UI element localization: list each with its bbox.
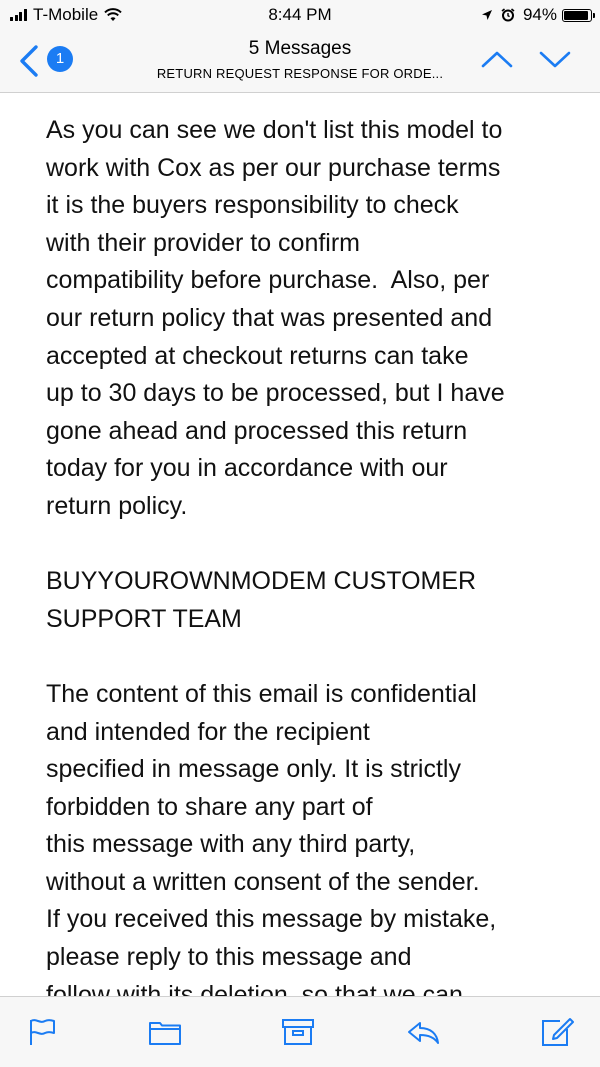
text-line: it is the buyers responsibility to check [46, 191, 459, 220]
bottom-toolbar [0, 996, 600, 1067]
battery-icon [562, 8, 595, 22]
signature: BUYYOUROWNMODEM CUSTOMER SUPPORT TEAM [46, 563, 576, 638]
text-line: forbidden to share any part of [46, 792, 373, 821]
text-line: and intended for the recipient [46, 717, 370, 746]
text-line: specified in message only. It is strictl… [46, 755, 461, 784]
confidentiality-disclaimer: The content of this email is confidentia… [46, 676, 576, 1014]
text-line: accepted at checkout returns can take [46, 341, 469, 370]
text-line: without a written consent of the sender. [46, 867, 480, 896]
folder-icon[interactable] [148, 1017, 182, 1047]
navigation-bar: 1 5 Messages RETURN REQUEST RESPONSE FOR… [0, 30, 600, 93]
status-bar: T-Mobile 8:44 PM 94% [0, 0, 600, 30]
reply-icon[interactable] [406, 1017, 440, 1047]
text-line: The content of this email is confidentia… [46, 679, 477, 708]
thread-subject: RETURN REQUEST RESPONSE FOR ORDE... [156, 66, 444, 81]
alarm-icon [501, 8, 515, 22]
signature-line: SUPPORT TEAM [46, 604, 242, 633]
location-icon [481, 10, 492, 20]
battery-percentage: 94% [522, 5, 557, 24]
flag-icon[interactable] [26, 1017, 60, 1047]
text-line: with their provider to confirm [46, 228, 361, 257]
compose-icon[interactable] [540, 1017, 574, 1047]
text-line: this message with any third party, [46, 830, 416, 859]
text-line: return policy. [46, 491, 188, 520]
text-line: If you received this message by mistake, [46, 905, 497, 934]
message-body: As you can see we don't list this model … [46, 112, 576, 1052]
status-right-group: 94% [481, 5, 595, 25]
archive-icon[interactable] [281, 1017, 315, 1047]
signature-line: BUYYOUROWNMODEM CUSTOMER [46, 567, 477, 596]
text-line: up to 30 days to be processed, but I hav… [46, 379, 505, 408]
text-line: today for you in accordance with our [46, 454, 448, 483]
text-line: gone ahead and processed this return [46, 416, 468, 445]
previous-message-icon[interactable] [480, 48, 514, 70]
text-line: work with Cox as per our purchase terms [46, 153, 501, 182]
battery-level-fill [564, 10, 589, 20]
next-message-icon[interactable] [538, 48, 572, 70]
text-line: As you can see we don't list this model … [46, 116, 503, 144]
message-paragraph: As you can see we don't list this model … [46, 112, 576, 526]
text-line: our return policy that was presented and [46, 303, 493, 332]
text-line: please reply to this message and [46, 943, 412, 972]
text-line: compatibility before purchase. Also, per [46, 266, 490, 295]
